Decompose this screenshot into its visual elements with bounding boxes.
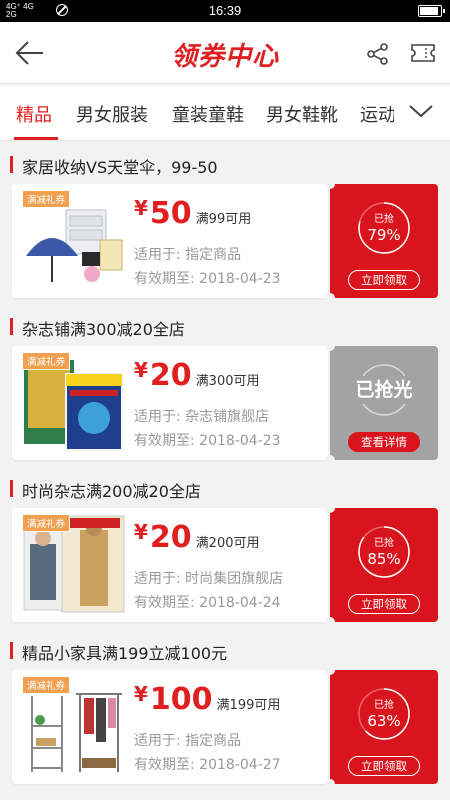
claimed-percent: 79%	[367, 226, 401, 244]
tab-kids[interactable]: 童装童鞋	[172, 101, 244, 127]
app-header: 领券中心	[0, 22, 450, 84]
tab-clothing[interactable]: 男女服装	[76, 101, 148, 127]
coupon-expiry: 有效期至: 2018-04-24	[134, 595, 281, 611]
product-image: 满减礼券	[22, 676, 126, 776]
coupon-title: 杂志铺满300减20全店	[10, 316, 185, 340]
claim-button[interactable]: 立即领取	[348, 270, 420, 290]
currency-symbol: ¥	[134, 682, 148, 706]
coupon-price: ¥100 满199可用	[134, 682, 280, 717]
currency-symbol: ¥	[134, 358, 148, 382]
view-details-button[interactable]: 查看详情	[348, 432, 420, 452]
coupon-section: 精品小家具满199立减100元 满减礼券 ¥100满199可用 适用于: 指定	[0, 628, 450, 790]
claimed-label: 已抢	[374, 214, 394, 225]
coupon-list: 家居收纳VS天堂伞，99-50 满减礼券 ¥50满99可用 适用于: 指定商品	[0, 142, 450, 790]
coupon-condition: 满200可用	[195, 536, 260, 551]
coupon-condition: 满300可用	[195, 374, 260, 389]
battery-fill	[420, 7, 438, 15]
share-icon	[367, 43, 388, 65]
coupon-expiry: 有效期至: 2018-04-23	[134, 433, 281, 449]
currency-symbol: ¥	[134, 520, 148, 544]
battery-icon	[418, 5, 445, 17]
currency-symbol: ¥	[134, 196, 148, 220]
coupon-card[interactable]: 满减礼券 ¥50 满99可用 适用于: 指定商品 有效期至: 2018-04-23	[12, 184, 328, 298]
coupon-title: 家居收纳VS天堂伞，99-50	[10, 154, 218, 178]
coupon-amount: 20	[149, 358, 192, 393]
coupon-claim-stub: 已抢 85% 立即领取	[325, 503, 438, 627]
coupon-section: 杂志铺满300减20全店 满减礼券 ¥20 满300可用 适用于: 杂志铺旗舰店 …	[0, 304, 450, 466]
coupon-scope: 适用于: 指定商品	[134, 247, 242, 263]
active-tab-indicator	[14, 137, 58, 140]
coupon-scope: 适用于: 时尚集团旗舰店	[134, 571, 284, 587]
my-coupons-button[interactable]	[410, 42, 436, 64]
coupon-amount: 100	[149, 682, 213, 717]
coupon-type-tag: 满减礼券	[22, 676, 71, 694]
coupon-type-tag: 满减礼券	[22, 514, 71, 532]
coupon-title: 时尚杂志满200减20全店	[10, 478, 201, 502]
coupon-claim-stub: 已抢 63% 立即领取	[325, 665, 438, 789]
tab-jingpin[interactable]: 精品	[16, 101, 52, 127]
coupon-price: ¥20 满300可用	[134, 358, 260, 393]
coupon-type-tag: 满减礼券	[22, 352, 71, 370]
product-image: 满减礼券	[22, 190, 126, 290]
status-time: 16:39	[208, 3, 242, 18]
coupon-price: ¥50 满99可用	[134, 196, 251, 231]
coupon-section: 时尚杂志满200减20全店 满减礼券 ¥20 满200可用 适用于: 时尚集团旗舰…	[0, 466, 450, 628]
claim-button[interactable]: 立即领取	[348, 594, 420, 614]
coupon-scope: 适用于: 指定商品	[134, 733, 242, 749]
coupon-card[interactable]: 满减礼券 ¥100 满199可用 适用于: 指定商品 有效期至: 2018-04-…	[12, 670, 328, 784]
coupon-claim-stub: 已抢 79% 立即领取	[325, 179, 438, 303]
coupon-type-tag: 满减礼券	[22, 190, 71, 208]
coupon-card[interactable]: 满减礼券 ¥20 满300可用 适用于: 杂志铺旗舰店 有效期至: 2018-04…	[12, 346, 328, 460]
coupon-expiry: 有效期至: 2018-04-27	[134, 757, 281, 773]
coupon-expiry: 有效期至: 2018-04-23	[134, 271, 281, 287]
coupon-title: 精品小家具满199立减100元	[10, 640, 227, 664]
chevron-down-icon	[409, 105, 433, 118]
coupon-amount: 50	[149, 196, 192, 231]
product-image: 满减礼券	[22, 514, 126, 614]
coupon-condition: 满99可用	[195, 212, 252, 227]
tab-shoes[interactable]: 男女鞋靴	[266, 101, 338, 127]
tab-sports[interactable]: 运动	[360, 101, 396, 127]
claimed-percent: 85%	[367, 550, 401, 568]
claimed-label: 已抢	[374, 700, 394, 711]
coupon-condition: 满199可用	[216, 698, 281, 713]
coupon-price: ¥20 满200可用	[134, 520, 260, 555]
coupon-amount: 20	[149, 520, 192, 555]
ticket-icon	[411, 44, 435, 62]
coupon-card[interactable]: 满减礼券 ¥20 满200可用 适用于: 时尚集团旗舰店 有效期至: 2018-0…	[12, 508, 328, 622]
share-button[interactable]	[366, 42, 390, 66]
category-tabs: 精品 男女服装 童装童鞋 男女鞋靴 运动	[0, 85, 450, 141]
claimed-percent: 63%	[367, 712, 401, 730]
claim-button[interactable]: 立即领取	[348, 756, 420, 776]
coupon-section: 家居收纳VS天堂伞，99-50 满减礼券 ¥50满99可用 适用于: 指定商品	[0, 142, 450, 304]
coupon-scope: 适用于: 杂志铺旗舰店	[134, 409, 270, 425]
coupon-soldout-stub: 已抢光 查看详情	[325, 341, 438, 465]
sold-out-label: 已抢光	[344, 376, 424, 404]
status-bar: 4G⁺ 4G 2G 16:39	[0, 0, 450, 22]
product-image: 满减礼券	[22, 352, 126, 452]
expand-tabs-button[interactable]	[394, 85, 450, 140]
claimed-label: 已抢	[374, 538, 394, 549]
